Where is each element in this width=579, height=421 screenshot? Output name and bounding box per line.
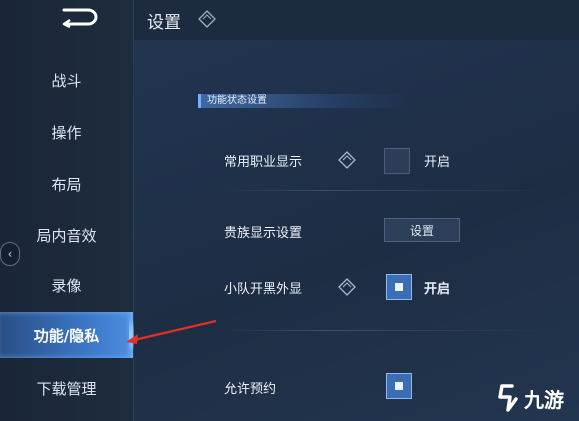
noble-settings-button-label: 设置 [409,223,434,238]
section-header: 功能状态设置 [198,94,407,108]
info-icon[interactable] [338,151,356,169]
sidebar-item-privacy[interactable]: 功能/隐私 [0,312,139,358]
watermark-text: 九游 [524,387,564,412]
sidebar-item-label: 下载管理 [36,379,97,398]
chevron-left-icon: ‹ [7,247,13,261]
sidebar-item-label: 操作 [51,123,82,142]
sidebar-item-label: 战斗 [51,71,82,90]
watermark-logo-icon [498,384,518,412]
reserve-label: 允许预约 [224,382,277,397]
info-icon[interactable] [198,10,216,28]
squad-display-value: 开启 [424,282,451,297]
page-title: 设置 [147,13,181,33]
career-display-label: 常用职业显示 [224,155,303,170]
sidebar: 战斗 操作 布局 局内音效 录像 功能/隐私 下载管理 ‹ [0,0,139,421]
sidebar-item-battle[interactable]: 战斗 [0,57,133,103]
annotation-arrow-icon [126,319,217,344]
divider [222,190,552,191]
sidebar-item-label: 功能/隐私 [33,326,100,345]
reserve-checkbox[interactable] [386,373,412,399]
squad-display-label: 小队开黑外显 [224,282,303,297]
sidebar-item-download[interactable]: 下载管理 [0,365,133,411]
collapse-button[interactable]: ‹ [0,242,20,266]
check-mark-icon [395,283,403,291]
career-display-checkbox[interactable] [384,148,410,174]
divider [222,330,552,331]
info-icon[interactable] [338,278,356,296]
sidebar-item-replay[interactable]: 录像 [0,262,133,308]
career-display-value: 开启 [424,155,451,170]
back-icon[interactable] [58,6,102,28]
squad-display-checkbox[interactable] [386,274,412,300]
sidebar-item-layout[interactable]: 布局 [0,161,133,207]
watermark: 九游 [496,380,578,416]
noble-settings-button[interactable]: 设置 [384,218,460,242]
sidebar-item-controls[interactable]: 操作 [0,109,133,155]
check-mark-icon [395,382,403,390]
sidebar-item-label: 录像 [51,276,82,295]
sidebar-item-label: 局内音效 [36,226,97,245]
sidebar-item-label: 布局 [51,175,82,194]
noble-display-label: 贵族显示设置 [224,226,303,241]
